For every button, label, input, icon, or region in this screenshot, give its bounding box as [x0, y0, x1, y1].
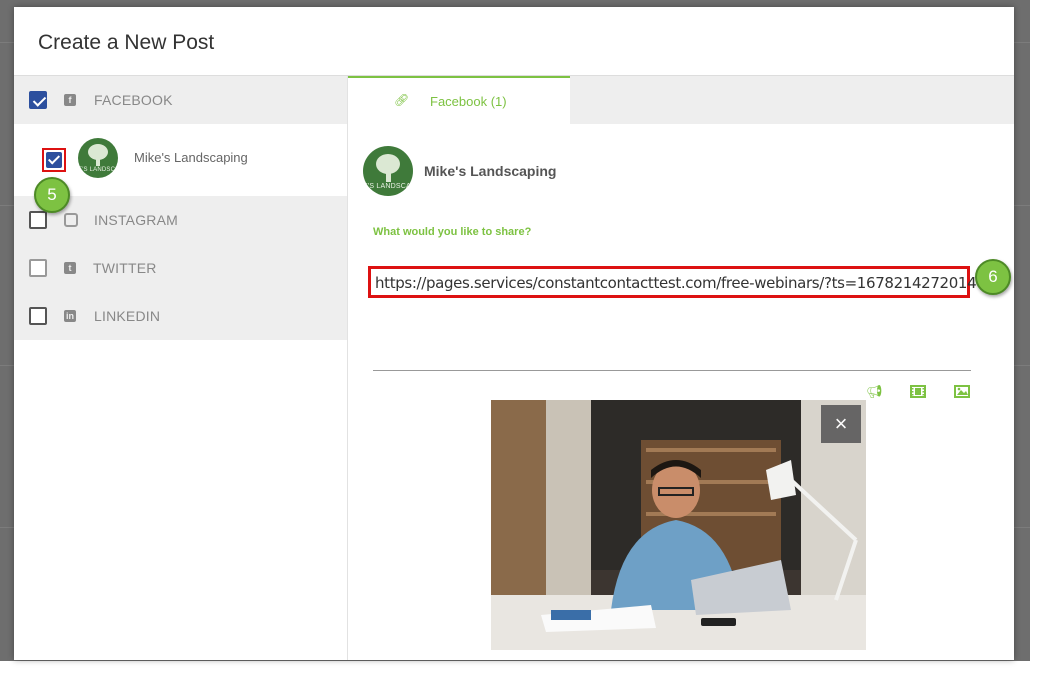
account-checkbox-highlight[interactable]	[42, 148, 66, 172]
post-url-text: https://pages.services/constantcontactte…	[375, 274, 977, 292]
office-photo	[491, 400, 866, 650]
avatar-logo-text: E'S LANDSCAP	[363, 183, 413, 190]
network-row-twitter[interactable]: t TWITTER	[14, 244, 347, 292]
remove-photo-button[interactable]: ×	[821, 405, 861, 443]
avatar-logo-text: E'S LANDSCAP	[78, 167, 118, 173]
account-avatar: E'S LANDSCAP	[78, 138, 118, 178]
network-label-instagram: INSTAGRAM	[94, 212, 178, 228]
attached-photo: ×	[491, 400, 866, 650]
network-row-facebook[interactable]: f FACEBOOK	[14, 76, 347, 124]
step-callout-6: 6	[975, 259, 1011, 295]
network-row-linkedin[interactable]: in LINKEDIN	[14, 292, 347, 340]
tab-label: Facebook (1)	[430, 94, 507, 109]
composer-divider	[373, 370, 971, 371]
network-list: f FACEBOOK E'S LANDSCAP Mike's Landscapi…	[14, 76, 348, 660]
link-icon: 🔗︎	[394, 93, 410, 107]
modal-header: Create a New Post	[14, 7, 1014, 76]
tree-logo-icon	[376, 154, 400, 174]
megaphone-icon[interactable]: 📢︎	[866, 385, 883, 399]
tab-facebook[interactable]: 🔗︎ Facebook (1)	[348, 76, 570, 124]
image-icon[interactable]	[954, 385, 970, 399]
account-name: Mike's Landscaping	[134, 150, 248, 165]
network-label-linkedin: LINKEDIN	[94, 308, 161, 324]
tab-bar: 🔗︎ Facebook (1)	[348, 76, 1014, 124]
twitter-checkbox[interactable]	[29, 259, 47, 277]
tree-trunk	[386, 172, 391, 182]
step-callout-5: 5	[34, 177, 70, 213]
create-post-modal: Create a New Post f FACEBOOK E'S LANDSCA…	[14, 7, 1014, 660]
instagram-checkbox[interactable]	[29, 211, 47, 229]
facebook-checkbox[interactable]	[29, 91, 47, 109]
facebook-icon: f	[64, 94, 76, 106]
linkedin-icon: in	[64, 310, 76, 322]
instagram-icon	[64, 213, 78, 227]
share-prompt: What would you like to share?	[373, 226, 532, 238]
network-label-facebook: FACEBOOK	[94, 92, 173, 108]
linkedin-checkbox[interactable]	[29, 307, 47, 325]
film-icon[interactable]	[910, 385, 926, 399]
post-text-input[interactable]: https://pages.services/constantcontactte…	[368, 266, 977, 298]
account-checkbox[interactable]	[46, 152, 62, 168]
twitter-icon: t	[64, 262, 76, 274]
tree-trunk	[96, 158, 100, 166]
post-account-name: Mike's Landscaping	[424, 163, 557, 179]
post-composer: 🔗︎ Facebook (1) E'S LANDSCAP Mike's Land…	[348, 76, 1014, 660]
network-label-twitter: TWITTER	[93, 260, 157, 276]
post-account-avatar: E'S LANDSCAP	[363, 146, 413, 196]
modal-title: Create a New Post	[38, 31, 215, 54]
